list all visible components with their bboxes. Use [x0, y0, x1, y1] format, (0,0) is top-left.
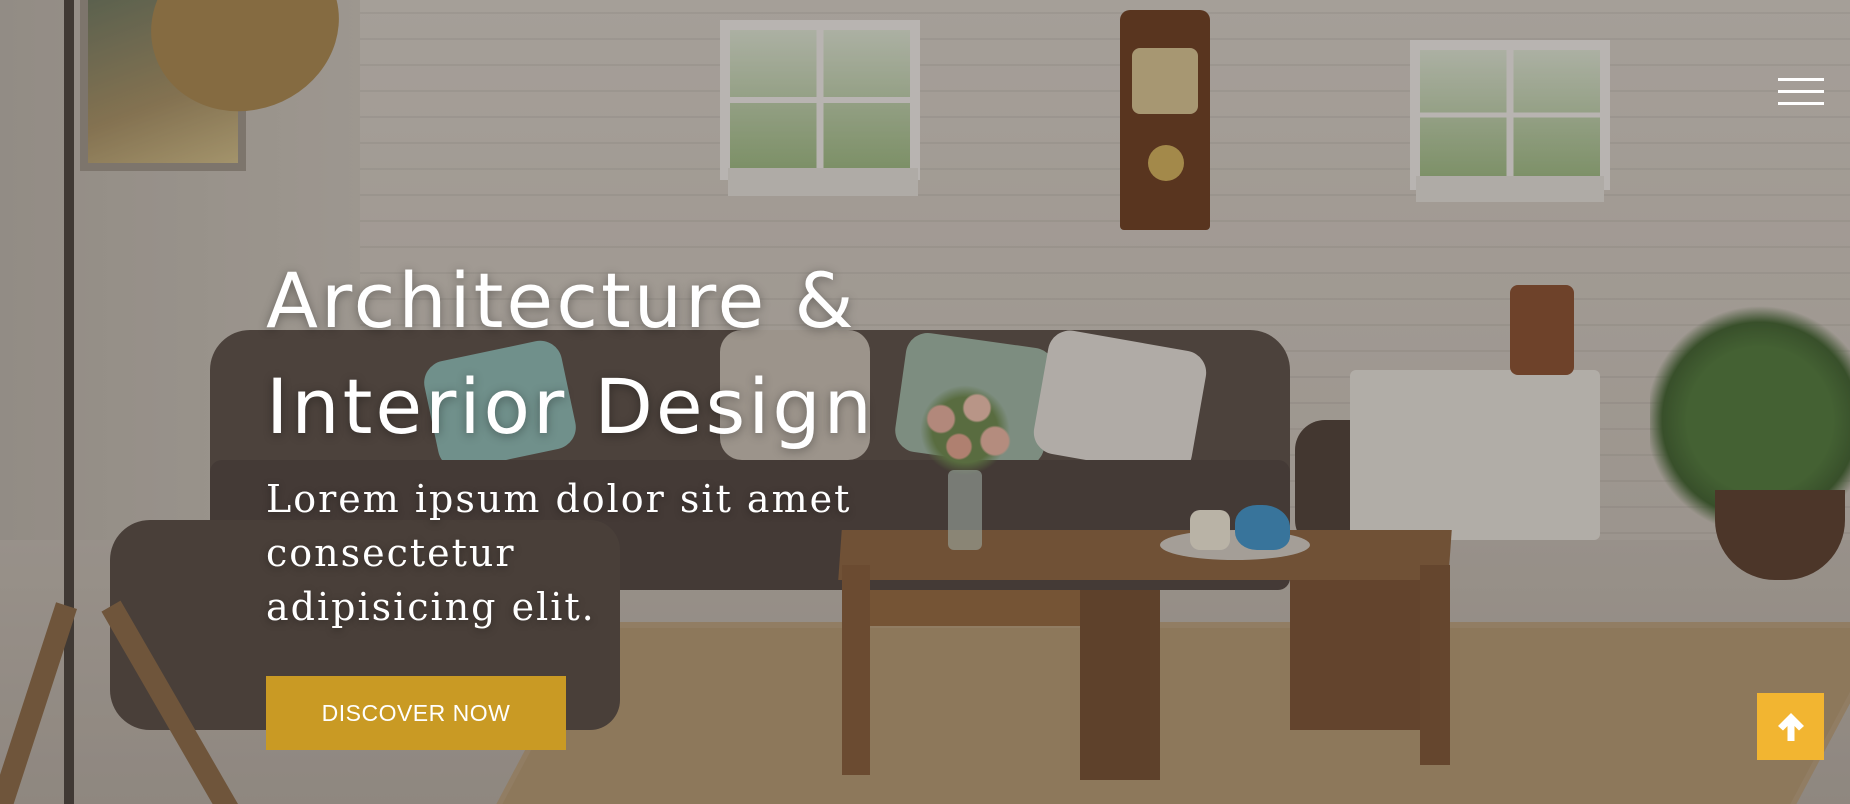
hamburger-menu-icon[interactable] — [1778, 78, 1824, 108]
hero-title-line1: Architecture & — [266, 256, 857, 345]
hero-title-line2: Interior Design — [266, 362, 875, 451]
arrow-up-icon — [1777, 712, 1804, 741]
scroll-to-top-button[interactable] — [1757, 693, 1824, 760]
hero-subtitle-line2: adipisicing elit. — [266, 585, 596, 629]
menu-bar — [1778, 102, 1824, 105]
hero-subtitle-line1: Lorem ipsum dolor sit amet consectetur — [266, 477, 852, 575]
discover-now-button[interactable]: DISCOVER NOW — [266, 676, 566, 750]
hero-subtitle: Lorem ipsum dolor sit amet consectetur a… — [266, 472, 1086, 634]
hero-title: Architecture & Interior Design — [266, 248, 1166, 460]
menu-bar — [1778, 78, 1824, 81]
hero-content: Architecture & Interior Design Lorem ips… — [266, 248, 1166, 750]
menu-bar — [1778, 90, 1824, 93]
